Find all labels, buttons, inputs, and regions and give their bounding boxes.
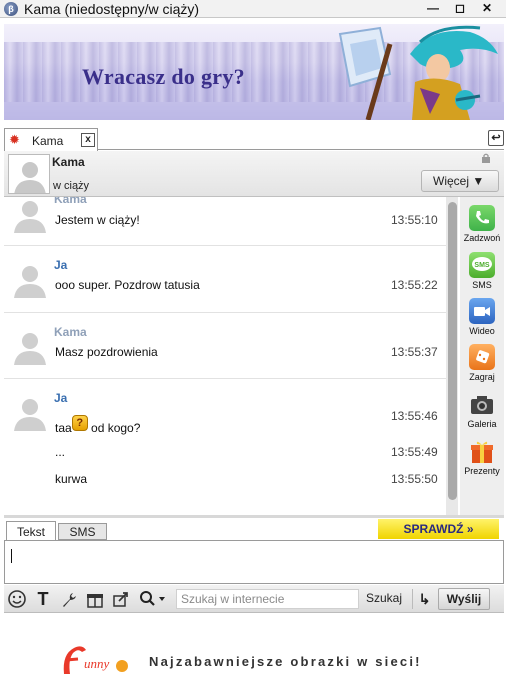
sender-avatar [14,333,46,365]
funny-logo: unny [63,646,128,674]
contact-status: w ciąży [53,180,90,192]
close-tab-button[interactable]: x [81,133,95,147]
game-icon [469,344,495,370]
message-sender: Kama [54,197,87,206]
search-engine-dropdown[interactable] [138,589,168,609]
window-title: Kama (niedostępny/w ciąży) [24,1,200,17]
web-search-input[interactable]: Szukaj w internecie [176,589,359,609]
sms-action[interactable]: SMS SMS [460,252,504,292]
sender-avatar [14,201,46,233]
detach-window-icon[interactable]: ↩ [488,130,504,146]
lock-icon [482,153,490,163]
call-action[interactable]: Zadzwoń [460,205,504,245]
minimize-button[interactable]: — [420,0,446,17]
svg-text:SMS: SMS [474,262,490,269]
message-time: 13:55:37 [391,345,438,359]
chat-history: Kama Jestem w ciąży! 13:55:10 Ja ooo sup… [4,197,446,515]
bottom-toolbar: T Szukaj w internecie Szukaj ↳ Wyślij [4,585,504,613]
search-button[interactable]: Szukaj [366,591,402,605]
message-time: 13:55:46 [391,409,438,423]
enter-key-icon[interactable]: ↳ [412,589,436,609]
check-ad-button[interactable]: SPRAWDŹ » [378,519,499,539]
message-text-part: taa [55,421,72,435]
input-mode-tabs: Tekst SMS SPRAWDŹ » [4,518,504,541]
share-file-icon[interactable] [110,589,132,609]
action-sidebar: Zadzwoń SMS SMS Wideo Zagraj Galeria Pre… [460,197,504,515]
message-text: ooo super. Pozdrow tatusia [55,278,200,292]
send-button[interactable]: Wyślij [438,588,490,610]
contact-header: Kama w ciąży Więcej ▼ [4,151,504,197]
action-label: Wideo [469,326,495,336]
message-group: Kama Masz pozdrowienia 13:55:37 [4,313,446,379]
gift-send-icon[interactable] [84,589,106,609]
message-text: Masz pozdrowienia [55,345,158,359]
message-sender: Ja [54,258,68,272]
footer-tagline: Najzabawniejsze obrazki w sieci! [149,654,422,669]
banner-text: Wracasz do gry? [82,64,245,89]
message-text: Jestem w ciąży! [55,213,140,227]
tab-label: Kama [32,134,64,148]
maximize-button[interactable]: ◻ [447,0,473,17]
message-time: 13:55:22 [391,278,438,292]
action-label: Zadzwoń [463,233,501,243]
sender-avatar [14,266,46,298]
gift-icon [469,438,495,464]
confused-emoticon-icon: ? [71,415,88,431]
action-label: SMS [472,280,492,290]
gifts-action[interactable]: Prezenty [460,438,504,478]
message-text-part: od kogo? [87,421,141,435]
phone-icon [469,205,495,231]
font-format-icon[interactable]: T [32,589,54,609]
sms-icon: SMS [469,252,495,278]
video-icon [469,298,495,324]
gallery-action[interactable]: Galeria [460,391,504,431]
svg-text:unny: unny [84,656,110,671]
contact-name: Kama [52,155,85,169]
video-action[interactable]: Wideo [460,298,504,338]
action-label: Galeria [467,419,497,429]
tab-sms[interactable]: SMS [58,523,107,540]
title-bar: β Kama (niedostępny/w ciąży) — ◻ ✕ [0,0,506,18]
banner-warrior-illustration [338,25,498,120]
emoticon-icon[interactable] [6,589,28,609]
sender-avatar [14,399,46,431]
message-text: taa? od kogo? [55,415,140,435]
camera-icon [469,391,495,417]
message-group: Kama Jestem w ciąży! 13:55:10 [4,197,446,246]
unavailable-status-icon: ✹ [9,132,20,147]
banner-ad[interactable]: Wracasz do gry? [4,24,504,120]
message-time: 13:55:10 [391,213,438,227]
tab-text[interactable]: Tekst [6,521,56,541]
message-text: ... [55,445,66,459]
tab-kama[interactable]: ✹ Kama x [4,128,98,151]
action-label: Prezenty [464,466,500,476]
message-time: 13:55:50 [391,472,438,486]
message-sender: Kama [54,325,87,339]
message-group: Ja taa? od kogo? 13:55:46 ... 13:55:49 k… [4,379,446,515]
message-time: 13:55:49 [391,445,438,459]
conversation-tabs: ✹ Kama x ↩ [4,128,504,151]
contact-avatar[interactable] [8,154,50,194]
message-sender: Ja [54,391,68,405]
app-icon: β [4,2,18,16]
chat-scrollbar-thumb[interactable] [448,202,457,500]
message-input[interactable] [4,540,504,584]
play-action[interactable]: Zagraj [460,344,504,384]
text-cursor [11,549,12,563]
action-label: Zagraj [469,372,495,382]
more-button[interactable]: Więcej ▼ [421,170,499,192]
message-group: Ja ooo super. Pozdrow tatusia 13:55:22 [4,246,446,313]
wrench-icon[interactable] [58,589,80,609]
close-window-button[interactable]: ✕ [474,0,500,17]
message-text: kurwa [55,472,88,486]
